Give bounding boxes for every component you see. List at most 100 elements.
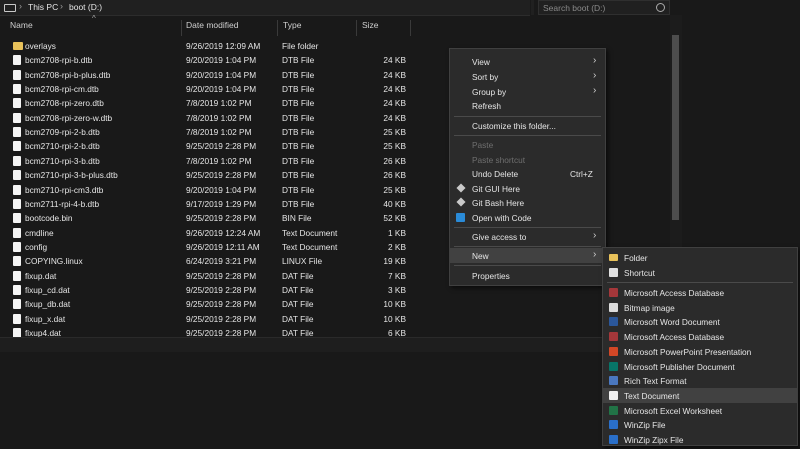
- breadcrumb-this-pc[interactable]: This PC: [28, 2, 58, 12]
- file-type: BIN File: [282, 213, 312, 224]
- breadcrumb-drive[interactable]: boot (D:): [69, 2, 102, 12]
- file-row[interactable]: bcm2710-rpi-3-b.dtb 7/8/2019 1:02 PM DTB F…: [0, 154, 415, 168]
- menu-item-properties[interactable]: Properties: [450, 268, 605, 283]
- submenu-item-new-file[interactable]: Microsoft Word Document: [603, 314, 797, 329]
- submenu-item-new-file[interactable]: WinZip File: [603, 417, 797, 432]
- file-row[interactable]: overlays 9/26/2019 12:09 AM File folder: [0, 39, 415, 53]
- chevron-right-icon: ›: [593, 230, 597, 241]
- file-type-icon: [609, 346, 618, 356]
- menu-item-label: Give access to: [472, 232, 527, 242]
- column-header-name[interactable]: Name: [10, 20, 33, 36]
- file-type-icon: [609, 302, 618, 312]
- file-size: 3 KB: [388, 284, 406, 295]
- file-row[interactable]: bcm2708-rpi-b.dtb 9/20/2019 1:04 PM DTB Fi…: [0, 53, 415, 67]
- search-input[interactable]: Search boot (D:): [538, 0, 670, 15]
- file-row[interactable]: bcm2710-rpi-3-b-plus.dtb 9/25/2019 2:28 P…: [0, 168, 415, 182]
- file-row[interactable]: fixup_cd.dat 9/25/2019 2:28 PM DAT File 3 K…: [0, 283, 415, 297]
- file-name: bcm2708-rpi-cm.dtb: [25, 84, 99, 95]
- file-name: bootcode.bin: [25, 213, 73, 224]
- submenu-item-new-file[interactable]: Microsoft Access Database: [603, 329, 797, 344]
- address-bar[interactable]: › This PC › boot (D:): [0, 0, 530, 16]
- file-date: 7/8/2019 1:02 PM: [186, 112, 252, 123]
- column-divider[interactable]: [181, 20, 182, 36]
- file-type: DTB File: [282, 184, 315, 195]
- file-size: 40 KB: [383, 198, 406, 209]
- file-type-icon: [609, 376, 618, 386]
- file-name: fixup_x.dat: [25, 313, 66, 324]
- file-row[interactable]: bcm2710-rpi-cm3.dtb 9/20/2019 1:04 PM DTB …: [0, 183, 415, 197]
- file-row[interactable]: fixup_x.dat 9/25/2019 2:28 PM DAT File 10 K…: [0, 312, 415, 326]
- file-date: 9/20/2019 1:04 PM: [186, 55, 257, 66]
- submenu-item-new-file[interactable]: Text Document: [603, 387, 797, 403]
- file-row[interactable]: cmdline 9/26/2019 12:24 AM Text Document 1 …: [0, 226, 415, 240]
- drive-icon: [4, 4, 16, 12]
- column-divider[interactable]: [356, 20, 357, 36]
- submenu-item-new-file[interactable]: Microsoft Access Database: [603, 285, 797, 300]
- menu-item-git-bash[interactable]: Git Bash Here: [450, 195, 605, 210]
- file-name: config: [25, 241, 48, 252]
- menu-item-sort-by[interactable]: Sort by ›: [450, 69, 605, 84]
- new-submenu: Folder Shortcut Microsoft Access Databas…: [602, 247, 798, 446]
- file-type: DTB File: [282, 84, 315, 95]
- submenu-item-new-file[interactable]: Microsoft Excel Worksheet: [603, 403, 797, 418]
- file-row[interactable]: config 9/26/2019 12:11 AM Text Document 2 K…: [0, 240, 415, 254]
- file-date: 9/20/2019 1:04 PM: [186, 184, 257, 195]
- column-header-size[interactable]: Size: [362, 20, 379, 36]
- menu-separator: [454, 135, 601, 136]
- file-date: 9/26/2019 12:11 AM: [186, 241, 260, 252]
- submenu-item-new-file[interactable]: Rich Text Format: [603, 373, 797, 388]
- submenu-item-shortcut[interactable]: Shortcut: [603, 265, 797, 280]
- file-size: 25 KB: [383, 141, 406, 152]
- file-row[interactable]: fixup_db.dat 9/25/2019 2:28 PM DAT File 10 …: [0, 297, 415, 311]
- file-date: 9/20/2019 1:04 PM: [186, 69, 257, 80]
- file-row[interactable]: bcm2708-rpi-b-plus.dtb 9/20/2019 1:04 PM D…: [0, 68, 415, 82]
- submenu-item-folder[interactable]: Folder: [603, 250, 797, 265]
- submenu-item-new-file[interactable]: WinZip Zipx File: [603, 432, 797, 447]
- menu-item-give-access[interactable]: Give access to ›: [450, 229, 605, 244]
- column-divider[interactable]: [277, 20, 278, 36]
- file-type: File folder: [282, 41, 319, 51]
- column-divider[interactable]: [410, 20, 411, 36]
- column-header-date[interactable]: Date modified: [186, 20, 238, 36]
- menu-item-new[interactable]: New ›: [450, 248, 605, 263]
- file-row[interactable]: bcm2708-rpi-zero-w.dtb 7/8/2019 1:02 PM DT…: [0, 111, 415, 125]
- git-icon: [456, 183, 466, 193]
- file-row[interactable]: bcm2708-rpi-cm.dtb 9/20/2019 1:04 PM DTB F…: [0, 82, 415, 96]
- file-row[interactable]: COPYING.linux 6/24/2019 3:21 PM LINUX File…: [0, 254, 415, 268]
- file-row[interactable]: bootcode.bin 9/25/2019 2:28 PM BIN File 52 …: [0, 211, 415, 225]
- file-icon: [13, 227, 21, 238]
- menu-item-label: Properties: [472, 271, 510, 281]
- menu-item-undo-delete[interactable]: Undo Delete Ctrl+Z: [450, 166, 605, 181]
- submenu-item-label: Microsoft Excel Worksheet: [624, 405, 723, 416]
- file-row[interactable]: bcm2709-rpi-2-b.dtb 7/8/2019 1:02 PM DTB F…: [0, 125, 415, 139]
- chevron-right-icon: ›: [593, 85, 597, 96]
- submenu-item-new-file[interactable]: Microsoft PowerPoint Presentation: [603, 344, 797, 359]
- submenu-item-new-file[interactable]: Microsoft Publisher Document: [603, 359, 797, 374]
- file-row[interactable]: fixup.dat 9/25/2019 2:28 PM DAT File 7 KB: [0, 269, 415, 283]
- submenu-item-label: Microsoft PowerPoint Presentation: [624, 346, 752, 357]
- file-type: DAT File: [282, 284, 314, 295]
- file-name: cmdline: [25, 227, 54, 238]
- menu-item-refresh[interactable]: Refresh: [450, 98, 605, 113]
- menu-item-view[interactable]: View ›: [450, 54, 605, 69]
- menu-item-open-with-code[interactable]: Open with Code: [450, 210, 605, 225]
- git-icon: [456, 197, 466, 207]
- file-date: 6/24/2019 3:21 PM: [186, 256, 257, 267]
- scrollbar-thumb[interactable]: [672, 35, 679, 220]
- submenu-item-label: Folder: [624, 253, 648, 263]
- menu-item-git-gui[interactable]: Git GUI Here: [450, 181, 605, 196]
- file-row[interactable]: bcm2710-rpi-2-b.dtb 9/25/2019 2:28 PM DTB …: [0, 139, 415, 153]
- file-size: 26 KB: [383, 155, 406, 166]
- column-header-type[interactable]: Type: [283, 20, 301, 36]
- file-icon: [13, 313, 21, 324]
- file-type: DTB File: [282, 170, 315, 181]
- submenu-item-new-file[interactable]: Bitmap image: [603, 300, 797, 315]
- menu-item-customize-folder[interactable]: Customize this folder...: [450, 118, 605, 133]
- menu-item-group-by[interactable]: Group by ›: [450, 84, 605, 99]
- breadcrumb-separator: ›: [19, 1, 22, 11]
- file-size: 19 KB: [383, 256, 406, 267]
- shortcut-icon: [609, 268, 618, 277]
- file-icon: [13, 170, 21, 181]
- file-row[interactable]: bcm2711-rpi-4-b.dtb 9/17/2019 1:29 PM DTB …: [0, 197, 415, 211]
- file-row[interactable]: bcm2708-rpi-zero.dtb 7/8/2019 1:02 PM DTB …: [0, 96, 415, 110]
